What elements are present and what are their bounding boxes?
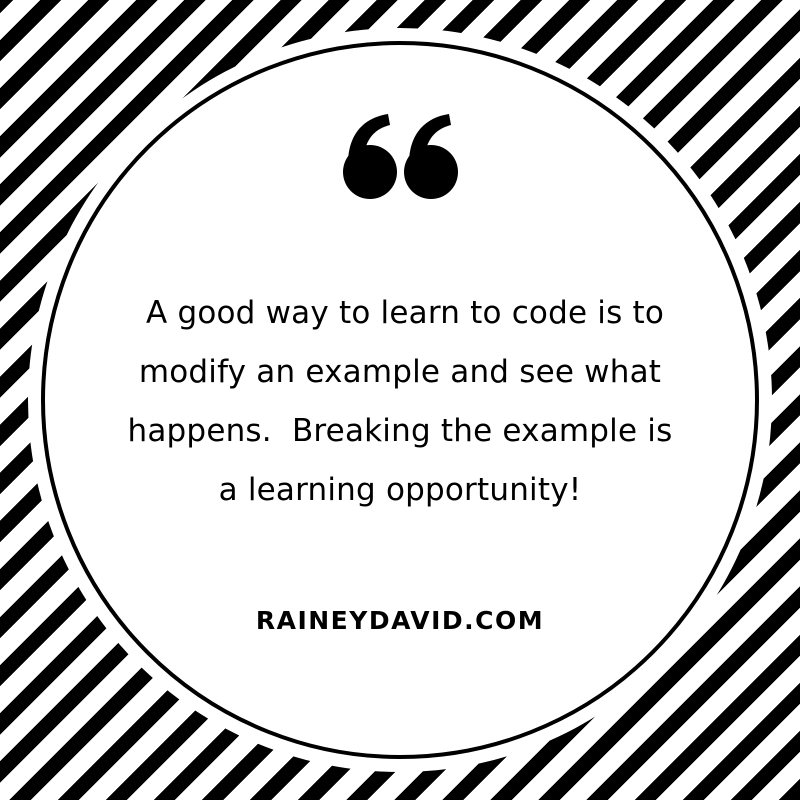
striped-background: A good way to learn to code is to modify… xyxy=(0,0,800,800)
quote-text: A good way to learn to code is to modify… xyxy=(90,284,710,520)
quote-line: modify an example and see what xyxy=(138,354,662,390)
attribution-text: RAINEYDAVID.COM xyxy=(255,606,545,635)
quote-line: happens. Breaking the example is xyxy=(127,413,673,449)
quote-line: A good way to learn to code is to xyxy=(135,295,665,331)
quote-line: a learning opportunity! xyxy=(218,472,582,508)
quotation-mark-icon xyxy=(343,114,458,199)
